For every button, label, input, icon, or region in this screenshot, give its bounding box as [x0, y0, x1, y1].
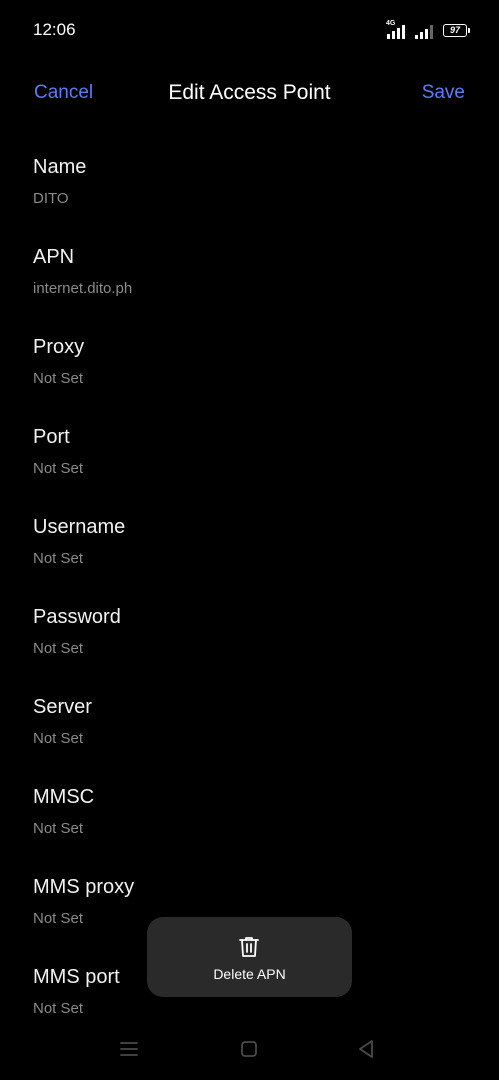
setting-label: Server [33, 696, 92, 718]
setting-label: MMS proxy [33, 876, 135, 898]
delete-apn-button[interactable]: Delete APN [147, 917, 352, 997]
home-icon[interactable] [240, 1040, 258, 1058]
setting-value: Not Set [33, 1000, 84, 1017]
network-type-label: 4G [386, 20, 396, 27]
status-icons: 4G 97 [386, 20, 470, 39]
status-bar: 12:06 4G 97 [0, 0, 499, 60]
setting-item-username[interactable]: Username Not Set [0, 504, 499, 594]
setting-value: Not Set [33, 640, 84, 657]
nav-bar [0, 1020, 499, 1080]
setting-item-mmsc[interactable]: MMSC Not Set [0, 774, 499, 864]
trash-icon [239, 937, 259, 957]
setting-item-server[interactable]: Server Not Set [0, 684, 499, 774]
setting-item-name[interactable]: Name DITO [0, 144, 499, 234]
battery-icon: 97 [443, 24, 470, 37]
screen: 12:06 4G 97 Cancel Edit Access Point Sav… [0, 0, 499, 1080]
setting-value: Not Set [33, 730, 84, 747]
setting-label: Port [33, 426, 70, 448]
setting-item-proxy[interactable]: Proxy Not Set [0, 324, 499, 414]
setting-label: MMSC [33, 786, 95, 808]
delete-apn-label: Delete APN [213, 966, 286, 982]
battery-level: 97 [449, 25, 460, 35]
setting-label: Username [33, 516, 126, 538]
setting-label: MMS port [33, 966, 120, 988]
setting-value: Not Set [33, 370, 84, 387]
status-time: 12:06 [33, 20, 76, 39]
setting-value: Not Set [33, 550, 84, 567]
setting-value: Not Set [33, 820, 84, 837]
setting-value: Not Set [33, 460, 84, 477]
setting-value: internet.dito.ph [33, 280, 133, 297]
setting-label: APN [33, 246, 75, 268]
settings-list: Name DITO APN internet.dito.ph Proxy Not… [0, 144, 499, 1044]
setting-label: Password [33, 606, 121, 628]
save-button[interactable]: Save [422, 82, 465, 104]
header: Cancel Edit Access Point Save [0, 70, 499, 116]
setting-item-apn[interactable]: APN internet.dito.ph [0, 234, 499, 324]
setting-value: Not Set [33, 910, 84, 927]
signal-4g-icon: 4G [386, 20, 405, 39]
back-icon[interactable] [356, 1039, 376, 1059]
menu-icon[interactable] [119, 1041, 139, 1057]
setting-item-port[interactable]: Port Not Set [0, 414, 499, 504]
setting-item-password[interactable]: Password Not Set [0, 594, 499, 684]
setting-label: Proxy [33, 336, 85, 358]
setting-label: Name [33, 156, 87, 178]
signal-icon [415, 23, 433, 39]
setting-value: DITO [33, 190, 69, 207]
